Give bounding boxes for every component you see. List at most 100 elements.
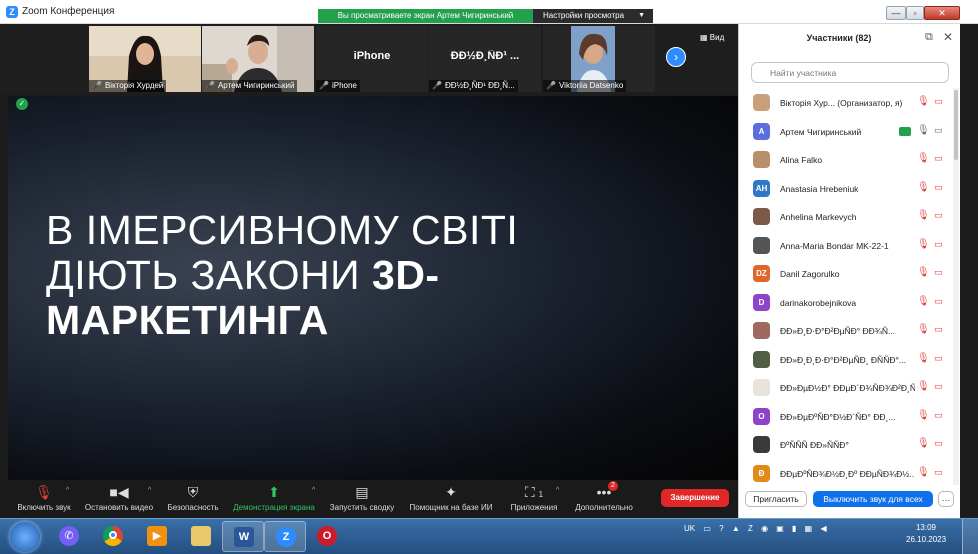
- participant-row[interactable]: O ÐÐ»ÐµÐºÑÐ°Ð½Ð´ÑÐ° ÐÐ¸... 🎙 ▭: [739, 402, 953, 431]
- taskbar-media-player[interactable]: ▶: [136, 521, 178, 552]
- clock[interactable]: 13:09 26.10.2023: [906, 522, 946, 546]
- participant-row[interactable]: ÐºÑÑÑ ÐÐ»ÑÑÐ° 🎙 ▭: [739, 430, 953, 459]
- video-off-icon[interactable]: ▭: [934, 153, 943, 164]
- taskbar-opera[interactable]: O: [306, 521, 348, 552]
- mic-icon[interactable]: 🎙: [917, 125, 930, 136]
- grid-icon: ▦: [700, 33, 710, 42]
- chevron-up-icon[interactable]: ^: [312, 487, 315, 494]
- view-button[interactable]: ▦ Вид: [700, 33, 724, 42]
- participant-row[interactable]: Alina Falko 🎙 ▭: [739, 145, 953, 174]
- video-off-icon[interactable]: ▭: [934, 467, 943, 478]
- video-off-icon[interactable]: ▭: [934, 353, 943, 364]
- mute-all-button[interactable]: Выключить звук для всех: [813, 491, 933, 507]
- mic-muted-icon[interactable]: 🎙: [917, 267, 930, 278]
- video-off-icon[interactable]: ▭: [934, 239, 943, 250]
- participant-row[interactable]: Ddarinakorobejnikova 🎙 ▭: [739, 288, 953, 317]
- mic-muted-icon[interactable]: 🎙: [917, 296, 930, 307]
- video-tile[interactable]: ÐÐ½Ð¸ÑÐ¹ ... 🎤 ÐÐ½Ð¸ÑÐ¹ ÐÐ¸Ñ...: [429, 26, 541, 92]
- video-off-icon[interactable]: ▭: [934, 96, 943, 107]
- shield-icon[interactable]: ✓: [16, 98, 28, 110]
- participant-row[interactable]: A Артем Чигиринський 🎙 ▭: [739, 117, 953, 146]
- search-participant-input[interactable]: [751, 62, 949, 83]
- mic-muted-icon[interactable]: 🎙: [917, 381, 930, 392]
- video-tile[interactable]: 🎤 Viktoriia Datsenko: [543, 26, 655, 92]
- mic-muted-icon[interactable]: 🎙: [917, 410, 930, 421]
- participant-name: Anastasia Hrebeniuk: [780, 183, 859, 194]
- mic-muted-icon[interactable]: 🎙: [917, 467, 930, 478]
- video-off-icon[interactable]: ▭: [934, 324, 943, 335]
- next-page-button[interactable]: ›: [666, 47, 686, 67]
- zoom-window: Z Zoom Конференция Вы просматриваете экр…: [0, 0, 978, 554]
- participant-row[interactable]: ÐÐ»ÐµÐ½Ð° ÐÐµÐ´Ð¾ÑÐ¾Ð²Ð¸Ñ 🎙 ▭: [739, 373, 953, 402]
- mic-muted-icon[interactable]: 🎙: [917, 438, 930, 449]
- more-button[interactable]: ••• 2 Дополнительно: [570, 481, 638, 512]
- close-button[interactable]: ✕: [924, 6, 960, 20]
- taskbar-viber[interactable]: ✆: [48, 521, 90, 552]
- share-screen-button[interactable]: ⬆ ^ Демонстрация экрана: [228, 483, 320, 512]
- close-icon[interactable]: ✕: [943, 30, 953, 44]
- taskbar-chrome[interactable]: [92, 521, 134, 552]
- participant-row[interactable]: Ð ÐÐµÐºÑÐ¾Ð½Ð¸Ðº ÐÐµÑÐ¾Ð½... 🎙 ▭: [739, 459, 953, 486]
- mic-muted-icon[interactable]: 🎙: [917, 324, 930, 335]
- taskbar-zoom[interactable]: Z: [264, 521, 306, 552]
- mic-muted-icon[interactable]: 🎙: [917, 210, 930, 221]
- video-tile[interactable]: 🎤 Вікторія Хурдей: [89, 26, 201, 92]
- video-camera-icon[interactable]: ▭: [934, 125, 943, 136]
- stop-video-button[interactable]: ■◀ ^ Остановить видео: [82, 483, 156, 512]
- video-off-icon[interactable]: ▭: [934, 296, 943, 307]
- participant-row[interactable]: Anhelina Markevych 🎙 ▭: [739, 202, 953, 231]
- apps-button[interactable]: ⛶ 1 ^ Приложения: [504, 483, 564, 512]
- avatar: O: [753, 407, 770, 425]
- chevron-up-icon[interactable]: ^: [148, 487, 151, 494]
- security-button[interactable]: ⛨ Безопасность: [164, 483, 222, 512]
- view-settings-dropdown[interactable]: Настройки просмотра ▼: [533, 9, 653, 23]
- chevron-up-icon[interactable]: ^: [66, 487, 69, 494]
- ai-assistant-button[interactable]: ✦ Помощник на базе ИИ: [404, 483, 498, 512]
- participant-name: ÐÐµÐºÑÐ¾Ð½Ð¸Ðº ÐÐµÑÐ¾Ð½...: [780, 468, 915, 479]
- panel-more-button[interactable]: …: [938, 491, 954, 507]
- participant-row[interactable]: DZ Danil Zagorulko 🎙 ▭: [739, 259, 953, 288]
- minimize-button[interactable]: —: [886, 6, 906, 20]
- popout-icon[interactable]: ⧉: [925, 31, 933, 44]
- video-off-icon[interactable]: ▭: [934, 267, 943, 278]
- mic-muted-icon[interactable]: 🎙: [917, 96, 930, 107]
- start-button[interactable]: [10, 522, 40, 552]
- summary-button[interactable]: ▤ Запустить сводку: [326, 483, 398, 512]
- language-indicator[interactable]: UK: [684, 524, 695, 533]
- mic-muted-icon[interactable]: 🎙: [917, 153, 930, 164]
- participant-name: darinakorobejnikova: [780, 297, 857, 308]
- maximize-button[interactable]: ▫: [906, 6, 924, 20]
- participant-row[interactable]: Вікторія Хур... (Организатор, я) 🎙 ▭: [739, 88, 953, 117]
- video-off-icon[interactable]: ▭: [934, 210, 943, 221]
- video-tile[interactable]: 🎤 Артем Чигиринський: [202, 26, 314, 92]
- unmute-button[interactable]: 🎙 ^ Включить звук: [12, 483, 76, 512]
- participant-row[interactable]: Anna-Maria Bondar MK-22-1 🎙 ▭: [739, 231, 953, 260]
- video-off-icon[interactable]: ▭: [934, 381, 943, 392]
- video-off-icon[interactable]: ▭: [934, 182, 943, 193]
- mic-muted-icon[interactable]: 🎙: [917, 239, 930, 250]
- mic-muted-icon[interactable]: 🎙: [917, 353, 930, 364]
- slide-line-3: МАРКЕТИНГА: [46, 297, 329, 343]
- chrome-icon: [103, 526, 123, 546]
- taskbar-word[interactable]: W: [222, 521, 264, 552]
- video-camera-icon: ■◀: [109, 484, 129, 500]
- invite-button[interactable]: Пригласить: [745, 491, 807, 507]
- participant-row[interactable]: AH Anastasia Hrebeniuk 🎙 ▭: [739, 174, 953, 203]
- avatar: A: [753, 122, 770, 140]
- scrollbar-thumb[interactable]: [954, 90, 958, 160]
- video-off-icon[interactable]: ▭: [934, 410, 943, 421]
- taskbar-explorer[interactable]: [180, 521, 222, 552]
- video-off-icon[interactable]: ▭: [934, 438, 943, 449]
- show-desktop-button[interactable]: [962, 519, 978, 554]
- chevron-up-icon[interactable]: ^: [556, 487, 559, 494]
- tray-icons[interactable]: ▭ ? ▲ Z ◉ ▣ ▮ ▦ ◀: [703, 524, 829, 533]
- scrollbar[interactable]: [953, 88, 959, 485]
- mic-muted-icon[interactable]: 🎙: [917, 182, 930, 193]
- end-meeting-button[interactable]: Завершение: [661, 489, 729, 507]
- video-tile[interactable]: iPhone 🎤 iPhone: [316, 26, 428, 92]
- windows-taskbar: ✆ ▶ W Z O UK ▭ ? ▲ Z ◉ ▣ ▮ ▦ ◀ 13:09 26.…: [0, 518, 978, 554]
- participant-row[interactable]: ÐÐ»Ð¸Ð¸Ð·Ð°Ð²ÐµÑÐ¸ ÐÑÑÐ°... 🎙 ▭: [739, 345, 953, 374]
- title-bar: Z Zoom Конференция Вы просматриваете экр…: [0, 0, 978, 24]
- participant-name: Alina Falko: [780, 155, 823, 165]
- participant-row[interactable]: ÐÐ»Ð¸Ð·Ð°Ð²ÐµÑÐ° ÐÐ¾Ñ... 🎙 ▭: [739, 316, 953, 345]
